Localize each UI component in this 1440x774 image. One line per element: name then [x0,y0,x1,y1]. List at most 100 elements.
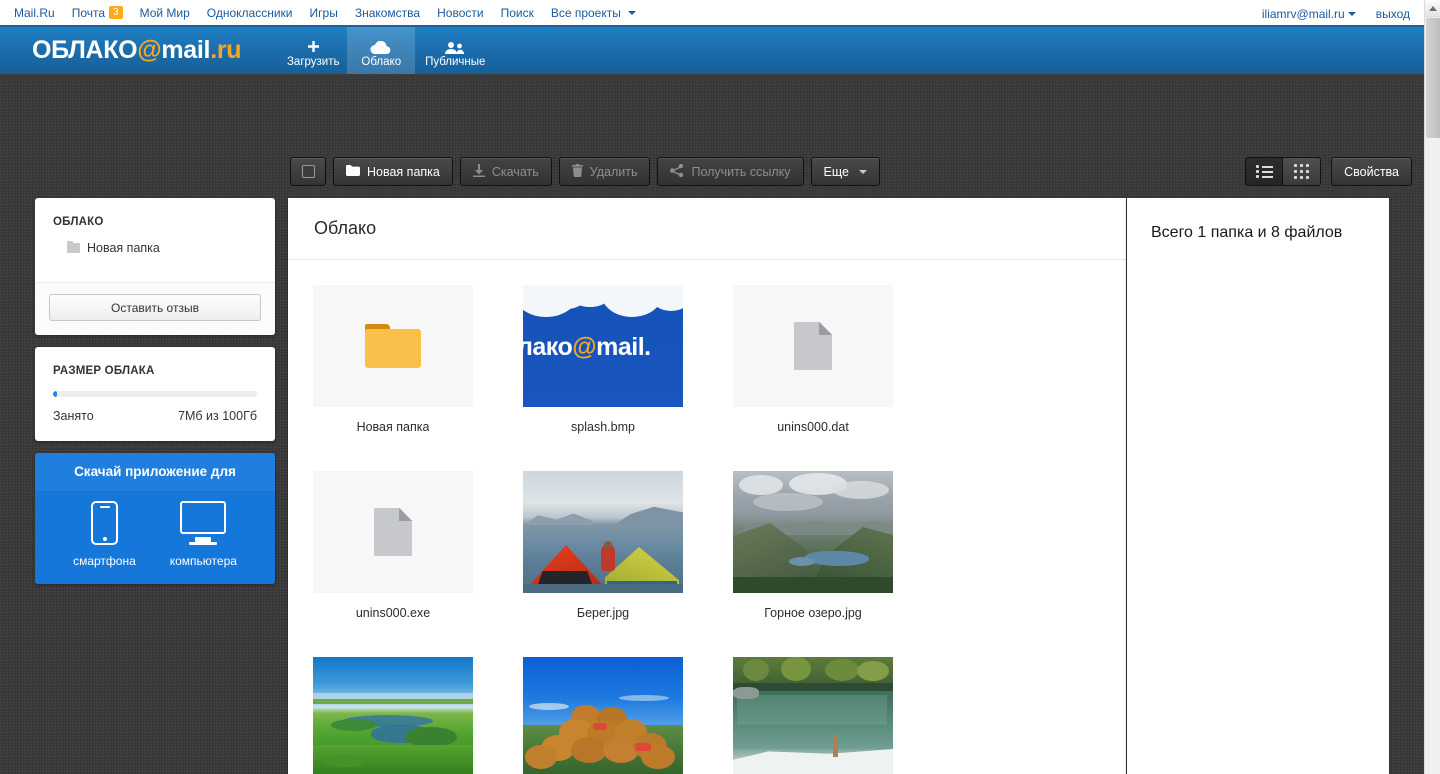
smartphone-icon [90,501,118,545]
user-email-label: iliamrv@mail.ru [1261,6,1345,21]
topbar-link-igry[interactable]: Игры [310,6,338,20]
tab-public[interactable]: Публичные [415,27,495,74]
file-tile-unins-exe[interactable]: unins000.exe [288,464,498,650]
promo-item-label: компьютера [169,554,237,568]
file-tile-folder[interactable]: Новая папка [288,278,498,464]
window-scrollbar[interactable] [1424,0,1440,774]
trash-icon [571,163,583,180]
user-email-menu[interactable]: iliamrv@mail.ru [1262,7,1356,21]
header-tabs: Загрузить Облако Публичные [279,27,495,74]
topbar-link-odnoklassniki[interactable]: Одноклассники [207,6,293,20]
scroll-up-button[interactable] [1425,0,1440,17]
topbar-link-pochta[interactable]: Почта 3 [72,6,123,20]
topbar-link-label: Mail.Ru [14,5,55,20]
topbar-link-moymir[interactable]: Мой Мир [140,6,190,20]
sidebar-item-label: Новая папка [87,241,160,255]
logo-at-icon: @ [137,36,162,64]
file-thumbnail [313,285,473,407]
people-icon [444,37,466,55]
topbar-link-novosti[interactable]: Новости [437,6,483,20]
splash-logo-text: лако@mail. [523,333,651,361]
file-name-label: splash.bmp [571,420,635,434]
file-grid: Новая папка лако@mail. splash.bmp unins0… [288,260,1126,774]
view-toolbar: Свойства [1245,157,1412,186]
topbar-link-label: Поиск [500,5,534,20]
size-card-title: РАЗМЕР ОБЛАКА [53,365,155,377]
more-button[interactable]: Еще [810,157,880,186]
promo-title: Скачай приложение для [35,453,275,491]
chevron-down-icon [1347,12,1356,17]
tab-cloud[interactable]: Облако [347,27,416,74]
cloud-card-title: ОБЛАКО [53,216,104,228]
promo-items: смартфона компьютера [35,491,275,584]
monitor-icon [180,501,227,545]
properties-button[interactable]: Свойства [1331,157,1412,186]
scrollbar-thumb[interactable] [1426,18,1440,138]
file-thumbnail [733,285,893,407]
storage-usage-row: Занято 7Мб из 100Гб [35,409,275,441]
select-all-checkbox[interactable] [290,157,326,186]
view-mode-group [1245,157,1322,186]
photo-haystacks [523,657,683,774]
cloud-mailru-logo[interactable]: ОБЛАКО @ mail .ru [32,27,242,74]
file-thumbnail [523,471,683,593]
topbar-link-poisk[interactable]: Поиск [501,6,534,20]
delete-button[interactable]: Удалить [558,157,651,186]
sidebar-item-new-folder[interactable]: Новая папка [53,238,257,258]
properties-summary: Всего 1 папка и 8 файлов [1151,224,1343,241]
promo-item-label: смартфона [73,554,136,568]
file-tile-chistaya-voda[interactable]: Чистая вода.jpg [708,650,918,774]
topbar-link-label: Все проекты [550,5,621,20]
file-tile-splash[interactable]: лако@mail. splash.bmp [498,278,708,464]
photo-river-valley [313,657,473,774]
list-view-button[interactable] [1245,157,1284,186]
storage-used-label: Занято [53,409,94,423]
document-icon [794,322,832,370]
promo-item-smartphone[interactable]: смартфона [73,501,136,568]
file-name-label: unins000.dat [777,420,849,434]
file-tile-dolina-reki[interactable]: Долина реки.jpg [288,650,498,774]
feedback-footer: Оставить отзыв [35,282,275,335]
button-label: Получить ссылку [691,164,791,179]
splash-image: лако@mail. [523,285,683,407]
file-tile-gornoe-ozero[interactable]: Горное озеро.jpg [708,464,918,650]
file-name-label: Берег.jpg [576,606,630,620]
file-tile-unins-dat[interactable]: unins000.dat [708,278,918,464]
topbar-link-label: Мой Мир [139,5,190,20]
download-app-promo: Скачай приложение для смартфона компьюте… [35,453,275,584]
feedback-button[interactable]: Оставить отзыв [49,294,261,321]
new-folder-button[interactable]: Новая папка [333,157,453,186]
share-icon [670,163,684,180]
properties-panel: Всего 1 папка и 8 файлов [1127,198,1389,774]
file-toolbar: Новая папка Скачать Удалить Получить ссы… [290,157,880,186]
topbar-link-all-projects[interactable]: Все проекты [551,6,636,20]
logo-text-oblako: ОБЛАКО [32,36,138,64]
download-button[interactable]: Скачать [459,157,552,186]
topbar-link-label: Почта [71,5,106,20]
topbar-links: Mail.Ru Почта 3 Мой Мир Одноклассники Игр… [14,6,636,20]
button-label: Еще [823,164,849,179]
logout-link[interactable]: выход [1376,7,1410,21]
button-label: Скачать [491,164,539,179]
topbar-link-mailru[interactable]: Mail.Ru [14,6,55,20]
get-link-button[interactable]: Получить ссылку [657,157,804,186]
document-icon [374,508,412,556]
topbar-link-znakomstva[interactable]: Знакомства [355,6,420,20]
photo-shore [523,471,683,593]
file-thumbnail [313,657,473,774]
list-icon [1255,165,1273,178]
mail-count-badge: 3 [109,6,123,19]
file-tile-bereg[interactable]: Берег.jpg [498,464,708,650]
button-label: Свойства [1344,164,1399,179]
file-browser-panel: Облако Новая папка лако@mail. splash.bmp… [288,198,1126,774]
tab-upload[interactable]: Загрузить [279,27,347,74]
file-tile-na-otdyhe[interactable]: На отдыхе.jpg [498,650,708,774]
storage-used-value: 7Мб из 100Гб [178,409,257,423]
promo-item-computer[interactable]: компьютера [170,501,237,568]
cloud-tree-card: ОБЛАКО Новая папка Оставить отзыв [35,198,275,335]
grid-view-button[interactable] [1283,157,1322,186]
chevron-up-icon [1429,5,1437,11]
file-name-label: Новая папка [356,420,430,434]
page-body: Новая папка Скачать Удалить Получить ссы… [0,74,1440,774]
folder-icon [365,324,421,368]
